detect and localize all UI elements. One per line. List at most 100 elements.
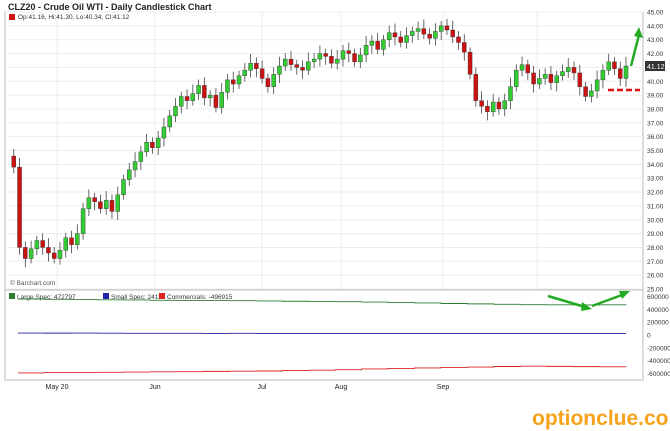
candle-up xyxy=(433,31,438,39)
candle-down xyxy=(346,50,351,54)
candle-down xyxy=(450,29,455,38)
candle-up xyxy=(127,169,132,180)
candle-up xyxy=(560,71,565,76)
chart-container: CLZ20 - Crude Oil WTI - Daily Candlestic… xyxy=(0,0,670,431)
candle-up xyxy=(606,61,611,71)
legend-swatch-small-spec xyxy=(103,293,109,299)
candle-down xyxy=(323,53,328,57)
y-tick-label: 27.00 xyxy=(647,259,664,266)
y-tick-label: 43.00 xyxy=(647,37,664,44)
candle-up xyxy=(415,28,421,32)
cot-tick-label: 600000 xyxy=(647,294,669,301)
candle-down xyxy=(17,166,22,248)
y-tick-label: 38.00 xyxy=(647,106,664,113)
cot-tick-label: -600000 xyxy=(647,371,670,378)
date-axis: May 20 Jun Jul Aug Sep xyxy=(46,384,450,391)
candle-down xyxy=(462,42,467,53)
cot-tick-label: 400000 xyxy=(647,307,669,314)
candle-up xyxy=(340,50,346,60)
candle-down xyxy=(456,36,461,43)
candle-down xyxy=(46,247,51,254)
watermark: optionclue.com xyxy=(532,407,670,430)
candle-up xyxy=(121,179,126,196)
candle-up xyxy=(600,69,606,81)
candle-down xyxy=(531,72,536,85)
candle-up xyxy=(519,64,525,71)
candle-up xyxy=(34,240,40,250)
candle-down xyxy=(254,63,259,69)
candle-up xyxy=(386,32,392,40)
x-tick-label: Aug xyxy=(335,384,348,391)
y-tick-label: 25.00 xyxy=(647,287,664,294)
candle-up xyxy=(57,250,63,259)
candle-down xyxy=(427,33,432,39)
legend-swatch-large-spec xyxy=(9,293,15,299)
candle-up xyxy=(334,58,340,64)
candle-down xyxy=(288,58,294,65)
candle-up xyxy=(381,39,386,50)
candle-down xyxy=(375,40,380,50)
ohlc-readout: Op:41.16, Hi:41.30, Lo:40.34, Cl:41.12 xyxy=(18,14,130,21)
candle-down xyxy=(150,141,155,148)
candle-up xyxy=(410,31,415,36)
candle-up xyxy=(132,161,138,171)
candle-up xyxy=(537,78,542,85)
candle-down xyxy=(98,201,103,209)
candle-down xyxy=(496,101,502,110)
candle-down xyxy=(548,74,554,83)
candle-down xyxy=(329,56,334,64)
y-tick-label: 35.00 xyxy=(647,148,664,155)
y-tick-label: 32.00 xyxy=(647,190,664,197)
candle-up xyxy=(242,69,248,76)
candle-up xyxy=(196,85,201,94)
candle-up xyxy=(438,25,444,32)
y-tick-label: 36.00 xyxy=(647,134,664,141)
candle-down xyxy=(618,68,623,79)
x-tick-label: Jul xyxy=(258,384,267,391)
candle-up xyxy=(219,92,224,108)
candle-down xyxy=(392,32,398,38)
candle-down xyxy=(473,74,479,101)
candle-down xyxy=(213,94,219,108)
candle-down xyxy=(184,96,190,101)
candle-up xyxy=(207,94,213,99)
candle-up xyxy=(317,53,323,60)
candle-up xyxy=(358,54,363,63)
candle-up xyxy=(173,105,178,117)
y-tick-label: 26.00 xyxy=(647,273,664,280)
candle-up xyxy=(306,61,311,71)
candle-up xyxy=(363,45,369,56)
legend-swatch-commercials xyxy=(159,293,165,299)
cot-axis: 600000 400000 200000 0 -200000 -400000 -600000 xyxy=(647,294,670,378)
candle-down xyxy=(479,100,484,107)
candle-down xyxy=(202,85,207,99)
x-tick-label: Jun xyxy=(149,384,160,391)
candle-up xyxy=(502,100,507,110)
y-tick-label: 34.00 xyxy=(647,162,664,169)
price-axis: 25.00 26.00 27.00 28.00 29.00 30.00 31.00 32.00… xyxy=(647,10,664,294)
candle-up xyxy=(542,74,548,79)
candle-up xyxy=(138,151,144,162)
candle-down xyxy=(352,53,357,63)
candle-up xyxy=(28,248,34,259)
candle-down xyxy=(23,247,28,259)
cot-tick-label: -200000 xyxy=(647,345,670,352)
candle-down xyxy=(265,78,271,87)
candle-down xyxy=(571,67,577,74)
y-tick-label: 33.00 xyxy=(647,176,664,183)
candle-up xyxy=(283,58,288,67)
candle-up xyxy=(248,63,253,71)
candle-up xyxy=(271,74,276,87)
candle-down xyxy=(109,200,115,212)
candle-down xyxy=(444,25,450,31)
candle-up xyxy=(179,96,184,107)
y-tick-label: 45.00 xyxy=(647,10,664,17)
y-tick-label: 29.00 xyxy=(647,231,664,238)
cot-tick-label: 200000 xyxy=(647,320,669,327)
candle-up xyxy=(115,194,120,212)
candle-down xyxy=(92,197,97,202)
current-price-label: 41.12 xyxy=(647,64,665,71)
candle-up xyxy=(144,141,149,153)
candle-up xyxy=(155,137,161,148)
y-tick-label: 37.00 xyxy=(647,120,664,127)
